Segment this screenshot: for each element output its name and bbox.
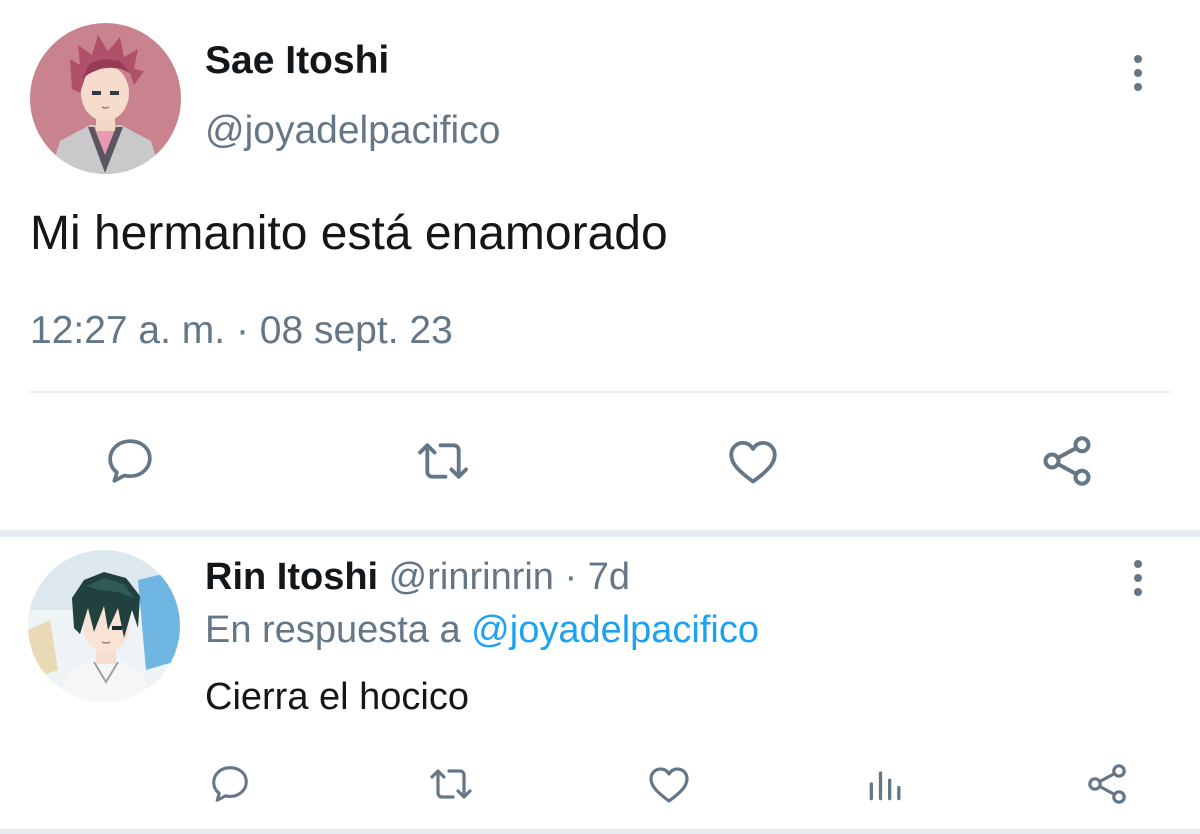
reply-time[interactable]: 7d <box>588 556 630 598</box>
share-icon <box>1043 436 1091 486</box>
reply-author-handle[interactable]: @rinrinrin <box>389 556 554 598</box>
sae-avatar[interactable] <box>30 23 181 174</box>
more-vertical-icon <box>1134 55 1142 91</box>
reply-icon <box>108 439 152 483</box>
tweet-separator <box>0 530 1200 537</box>
reply-text: Cierra el hocico <box>205 676 469 718</box>
tweet-timestamp[interactable]: 12:27 a. m. · 08 sept. 23 <box>30 308 453 354</box>
reply-author-display-name[interactable]: Rin Itoshi <box>205 556 378 598</box>
heart-icon <box>649 767 689 803</box>
reply-icon <box>212 766 248 802</box>
tweet-text: Mi hermanito está enamorado <box>30 207 668 260</box>
separator-dot: · <box>553 556 588 598</box>
analytics-icon <box>869 771 901 801</box>
author-display-name[interactable]: Sae Itoshi <box>205 38 389 84</box>
anime-avatar-icon <box>28 550 180 702</box>
divider <box>30 391 1170 393</box>
bottom-separator <box>0 829 1200 834</box>
like-button[interactable] <box>723 431 783 491</box>
author-handle[interactable]: @joyadelpacifico <box>205 108 500 154</box>
rin-avatar[interactable] <box>28 550 180 702</box>
like-button[interactable] <box>639 754 699 814</box>
retweet-icon <box>430 769 472 799</box>
retweet-button[interactable] <box>421 754 481 814</box>
reply-button[interactable] <box>100 431 160 491</box>
share-button[interactable] <box>1077 754 1137 814</box>
reply-context: En respuesta a @joyadelpacifico <box>205 607 759 653</box>
retweet-button[interactable] <box>413 431 473 491</box>
share-button[interactable] <box>1037 431 1097 491</box>
heart-icon <box>729 440 777 484</box>
reply-to-prefix: En respuesta a <box>205 609 472 651</box>
more-vertical-icon <box>1134 560 1142 596</box>
retweet-icon <box>418 443 468 479</box>
share-icon <box>1088 764 1126 804</box>
main-tweet: Sae Itoshi @joyadelpacifico Mi hermanito… <box>0 0 1200 530</box>
anime-avatar-icon <box>30 23 181 174</box>
reply-button[interactable] <box>200 754 260 814</box>
reply-tweet[interactable]: Rin Itoshi @rinrinrin · 7d En respuesta … <box>0 537 1200 834</box>
reply-to-link[interactable]: @joyadelpacifico <box>471 609 759 651</box>
analytics-button[interactable] <box>856 754 916 814</box>
reply-header: Rin Itoshi @rinrinrin · 7d <box>205 554 630 600</box>
more-options-button[interactable] <box>1120 51 1156 95</box>
more-options-button[interactable] <box>1120 556 1156 600</box>
